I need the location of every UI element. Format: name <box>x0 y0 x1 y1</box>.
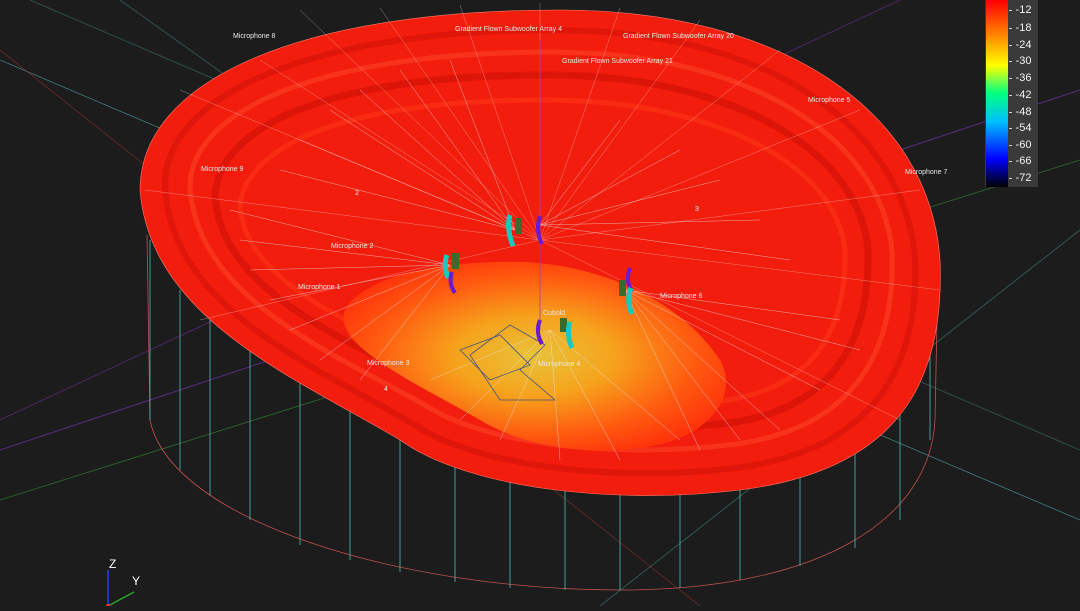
legend-tick: -54 <box>1009 121 1038 135</box>
label-gfsa20: Gradient Flown Subwoofer Array 20 <box>623 33 734 40</box>
legend-tick: -48 <box>1009 105 1038 119</box>
label-gfsa4: Gradient Flown Subwoofer Array 4 <box>455 26 562 33</box>
label-n3: 3 <box>695 206 699 213</box>
legend-tick: -24 <box>1009 38 1038 52</box>
label-gfsa21: Gradient Flown Subwoofer Array 21 <box>562 58 673 65</box>
label-mic2: Microphone 2 <box>331 243 374 250</box>
label-mic7: Microphone 7 <box>905 169 948 176</box>
label-mic3: Microphone 3 <box>367 360 410 367</box>
label-n2: 2 <box>355 190 359 197</box>
legend-tick: -36 <box>1009 71 1038 85</box>
label-mic4: Microphone 4 <box>538 361 581 368</box>
legend-tick: -66 <box>1009 154 1038 168</box>
legend-tick: -42 <box>1009 88 1038 102</box>
legend-tick: -12 <box>1009 3 1038 17</box>
label-mic9: Microphone 9 <box>201 166 244 173</box>
label-mic8: Microphone 8 <box>233 33 276 40</box>
legend-color-bar <box>986 0 1008 187</box>
axis-y-label: Y <box>132 574 141 588</box>
label-mic6: Microphone 6 <box>660 293 703 300</box>
3d-viewport[interactable]: Microphone 8 Gradient Flown Subwoofer Ar… <box>0 0 1080 606</box>
label-mic1: Microphone 1 <box>298 284 341 291</box>
legend-tick: -18 <box>1009 21 1038 35</box>
label-n4: 4 <box>384 386 388 393</box>
label-cubold: Cubold <box>543 310 565 317</box>
legend-tick: -60 <box>1009 138 1038 152</box>
legend-tick: -30 <box>1009 54 1038 68</box>
axis-triad-icon <box>106 570 135 608</box>
legend-tick: -72 <box>1009 171 1038 185</box>
axis-triad: Z Y <box>96 556 156 608</box>
spl-legend: -12 -18 -24 -30 -36 -42 -48 -54 -60 -66 … <box>985 0 1038 187</box>
label-mic5: Microphone 5 <box>808 97 851 104</box>
axis-z-label: Z <box>109 557 117 571</box>
